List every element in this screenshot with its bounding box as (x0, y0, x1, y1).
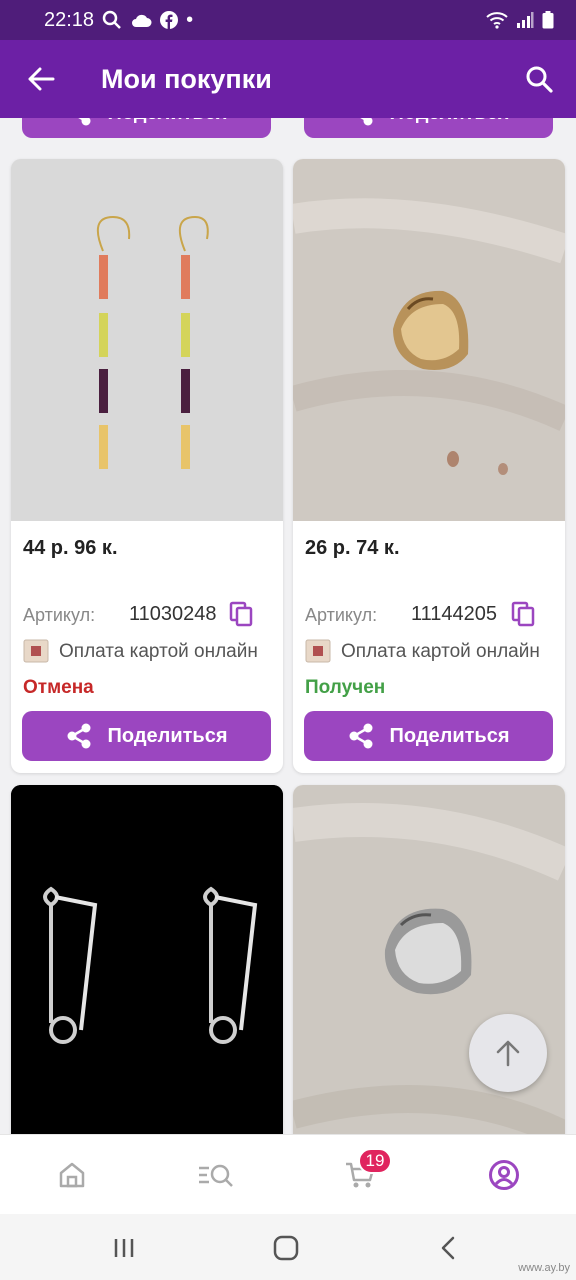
article-label: Артикул: (305, 605, 378, 625)
page-title: Мои покупки (101, 64, 272, 94)
wifi-icon (486, 12, 508, 29)
product-image-pin-earrings[interactable] (11, 785, 283, 1134)
article-number: 11144205 (411, 603, 498, 625)
cart-count-badge: 19 (358, 1148, 392, 1174)
clock: 22:18 (44, 8, 95, 31)
recent-apps-icon (114, 1239, 134, 1257)
share-icon (78, 118, 91, 126)
nav-catalog[interactable] (196, 1155, 236, 1195)
share-button[interactable]: Поделиться (304, 711, 553, 761)
copy-icon[interactable] (511, 601, 535, 627)
nav-home[interactable] (52, 1155, 92, 1195)
signal-icon (517, 12, 534, 28)
facebook-icon (160, 11, 179, 29)
product-card[interactable]: 26 р. 74 к. Артикул: 11144205 Оплата кар… (293, 159, 565, 773)
share-button[interactable]: Поделиться (22, 711, 271, 761)
back-nav-button[interactable] (428, 1232, 468, 1264)
scroll-to-top-button[interactable] (469, 1014, 547, 1092)
notification-dot: • (186, 8, 194, 31)
catalog-search-icon (199, 1164, 233, 1187)
recent-apps-button[interactable] (104, 1232, 144, 1264)
payment-method: Оплата картой онлайн (59, 641, 258, 662)
product-image-gold-ring[interactable] (293, 159, 565, 521)
home-button-icon (273, 1235, 299, 1261)
product-image-earrings[interactable] (11, 159, 283, 521)
home-button[interactable] (266, 1232, 306, 1264)
share-icon (360, 118, 373, 126)
product-price: 26 р. 74 к. (305, 537, 400, 559)
bottom-navigation (0, 1134, 576, 1214)
card-payment-icon (305, 639, 331, 663)
share-button-label: Поделиться (107, 118, 227, 125)
arrow-left-icon (28, 67, 55, 91)
cloud-icon (132, 14, 152, 27)
product-card[interactable] (11, 785, 283, 1134)
order-status: Отмена (23, 677, 94, 698)
share-button-label: Поделиться (107, 724, 228, 747)
chevron-left-icon (441, 1236, 455, 1260)
system-navigation-bar (0, 1214, 576, 1280)
nav-profile[interactable] (484, 1155, 524, 1195)
back-button[interactable] (24, 62, 58, 96)
arrow-up-icon (496, 1040, 520, 1067)
status-bar: 22:18 • (0, 0, 576, 40)
payment-method: Оплата картой онлайн (341, 641, 540, 662)
share-button-label: Поделиться (389, 724, 510, 747)
order-status: Получен (305, 677, 386, 698)
profile-icon (489, 1160, 519, 1190)
share-button-label: Поделиться (389, 118, 509, 125)
purchases-list[interactable]: Поделиться Поделиться 44 р. 96 к. Артику… (0, 118, 576, 1134)
share-button[interactable]: Поделиться (304, 118, 553, 138)
share-icon (67, 723, 91, 749)
search-icon (102, 10, 121, 29)
search-icon (526, 66, 553, 93)
watermark: www.ay.by (518, 1262, 570, 1274)
card-payment-icon (23, 639, 49, 663)
copy-icon[interactable] (229, 601, 253, 627)
app-bar: Мои покупки (0, 40, 576, 118)
article-label: Артикул: (23, 605, 96, 625)
battery-icon (542, 11, 554, 29)
article-number: 11030248 (129, 603, 217, 625)
product-price: 44 р. 96 к. (23, 537, 118, 559)
search-button[interactable] (522, 62, 556, 96)
share-icon (349, 723, 373, 749)
home-icon (59, 1162, 85, 1188)
product-card[interactable]: 44 р. 96 к. Артикул: 11030248 Оплата кар… (11, 159, 283, 773)
share-button[interactable]: Поделиться (22, 118, 271, 138)
